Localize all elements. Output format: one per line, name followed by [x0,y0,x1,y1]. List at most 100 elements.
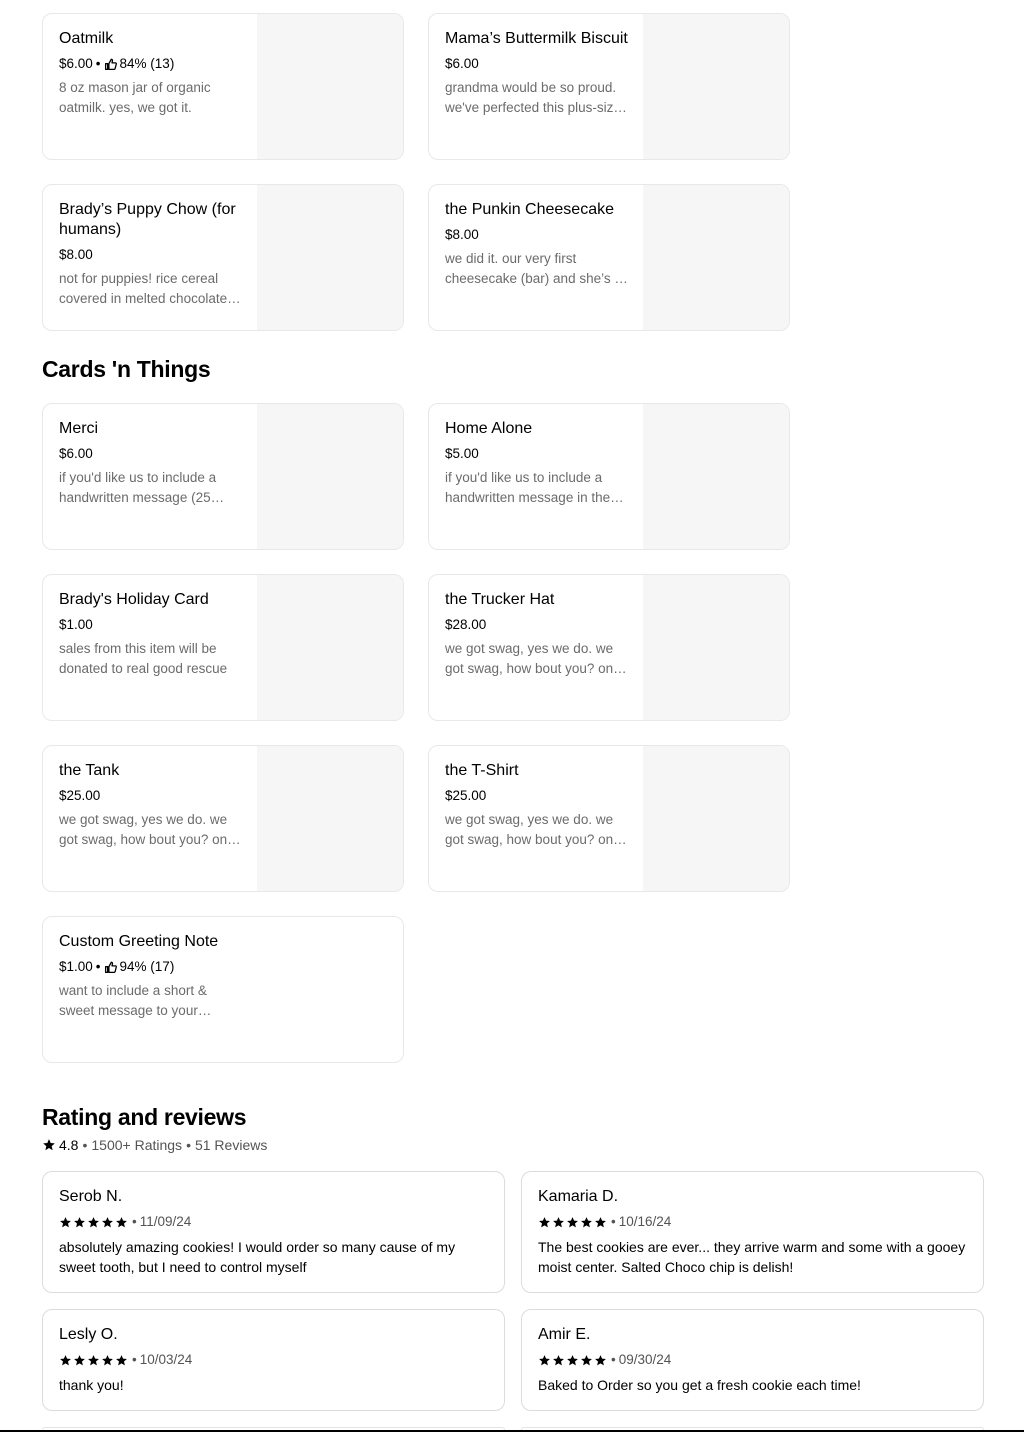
review-date: 09/30/24 [618,1352,672,1367]
item-description: we got swag, yes we do. we got swag, how… [59,812,235,847]
item-price: $1.00 [59,959,93,974]
menu-item-card[interactable]: Mama’s Buttermilk Biscuit $6.00 grandma … [428,13,790,160]
item-description: 8 oz mason jar of organic oatmilk. yes, … [59,80,211,115]
star-rating [538,1354,608,1367]
item-description: we got swag, yes we do. we got swag, how… [445,641,621,676]
item-meta: $6.00 [59,444,245,464]
rating-score: 4.8 [59,1137,79,1153]
menu-item-card[interactable]: the Tank $25.00 we got swag, yes we do. … [42,745,404,892]
star-icon [581,1354,592,1365]
item-image-placeholder [257,14,403,159]
item-meta: $8.00 [445,225,631,245]
item-image-placeholder [643,185,789,330]
thumbs-up-icon [104,961,117,974]
star-icon [581,1216,592,1227]
review-card[interactable]: Kamaria D. • 10/16/24 The best cookies a… [521,1171,984,1293]
review-date: 10/03/24 [139,1352,193,1367]
item-price: $25.00 [59,788,101,803]
star-rating [59,1216,129,1229]
menu-item-card[interactable]: the T-Shirt $25.00 we got swag, yes we d… [428,745,790,892]
item-title: Brady’s Puppy Chow (for humans) [59,201,236,238]
star-icon [539,1216,550,1227]
menu-item-card[interactable]: the Punkin Cheesecake $8.00 we did it. o… [428,184,790,331]
item-description: if you'd like us to include a handwritte… [59,470,217,505]
item-title: Brady's Holiday Card [59,591,209,608]
star-icon [539,1354,550,1365]
item-rating: 84% (13) [119,56,175,71]
item-image-placeholder [257,575,403,720]
item-description: we did it. our very first cheesecake (ba… [445,251,622,286]
item-price: $6.00 [59,446,93,461]
item-description: not for puppies! rice cereal covered in … [59,271,228,306]
reviewer-name: Amir E. [538,1326,591,1343]
review-card[interactable]: Amir E. • 09/30/24 Baked to Order so you… [521,1309,984,1411]
star-icon [116,1354,127,1365]
star-icon [595,1216,606,1227]
item-price: $28.00 [445,617,487,632]
review-text: thank you! [59,1377,124,1393]
star-icon [74,1354,85,1365]
item-price: $5.00 [445,446,479,461]
item-image-placeholder [257,185,403,330]
item-title: Custom Greeting Note [59,933,219,950]
item-description: want to include a short & sweet message … [59,983,207,1018]
review-date: 11/09/24 [139,1214,192,1229]
item-price: $6.00 [59,56,93,71]
item-title: Oatmilk [59,30,114,47]
item-title: Merci [59,420,99,437]
reviews-count: 51 Reviews [194,1137,268,1153]
menu-item-card[interactable]: Brady's Holiday Card $1.00 sales from th… [42,574,404,721]
item-title: the Punkin Cheesecake [445,201,614,218]
item-image-placeholder [643,575,789,720]
item-title: the Trucker Hat [445,591,555,608]
reviewer-name: Serob N. [59,1188,123,1205]
menu-item-card[interactable]: Merci $6.00 if you'd like us to include … [42,403,404,550]
item-meta: $8.00 [59,245,245,265]
star-rating [59,1354,129,1367]
star-icon [43,1139,55,1151]
review-text: Baked to Order so you get a fresh cookie… [538,1377,861,1393]
star-icon [88,1216,99,1227]
item-image-placeholder [257,404,403,549]
star-icon [60,1216,71,1227]
item-meta: $1.00 [59,615,245,635]
item-title: Mama’s Buttermilk Biscuit [445,30,628,47]
item-image-placeholder [257,746,403,891]
star-icon [74,1216,85,1227]
menu-item-card[interactable]: the Trucker Hat $28.00 we got swag, yes … [428,574,790,721]
item-title: Home Alone [445,420,533,437]
menu-item-card[interactable]: Home Alone $5.00 if you'd like us to inc… [428,403,790,550]
item-title: the Tank [59,762,120,779]
rating-summary: 4.8 • 1500+ Ratings • 51 Reviews [42,1136,267,1154]
item-meta: $25.00 [445,786,631,806]
item-meta: $28.00 [445,615,631,635]
review-text: absolutely amazing cookies! I would orde… [59,1239,456,1275]
review-card[interactable]: Lesly O. • 10/03/24 thank you! [42,1309,505,1411]
star-rating [538,1216,608,1229]
star-icon [595,1354,606,1365]
star-icon [567,1354,578,1365]
menu-item-card[interactable]: Custom Greeting Note $1.00 • 94% (17) wa… [42,916,404,1063]
reviewer-name: Kamaria D. [538,1188,619,1205]
item-meta: $25.00 [59,786,245,806]
item-description: we got swag, yes we do. we got swag, how… [445,812,621,847]
item-title: the T-Shirt [445,762,519,779]
reviews-heading: Rating and reviews [42,1104,247,1130]
item-image-placeholder [643,14,789,159]
star-icon [567,1216,578,1227]
section-heading: Cards 'n Things [42,356,211,382]
menu-item-card[interactable]: Oatmilk $6.00 • 84% (13) 8 oz mason jar … [42,13,404,160]
menu-item-card[interactable]: Brady’s Puppy Chow (for humans) $8.00 no… [42,184,404,331]
item-description: grandma would be so proud. we've perfect… [445,80,629,115]
review-card[interactable]: Serob N. • 11/09/24 absolutely amazing c… [42,1171,505,1293]
item-image-placeholder [643,404,789,549]
item-meta: $6.00 • 84% (13) [59,54,245,74]
item-price: $1.00 [59,617,93,632]
star-icon [102,1216,113,1227]
item-meta: $1.00 • 94% (17) [59,957,359,977]
reviewer-name: Lesly O. [59,1326,118,1343]
item-price: $8.00 [445,227,479,242]
item-price: $6.00 [445,56,479,71]
review-date: 10/16/24 [618,1214,672,1229]
item-meta: $5.00 [445,444,631,464]
